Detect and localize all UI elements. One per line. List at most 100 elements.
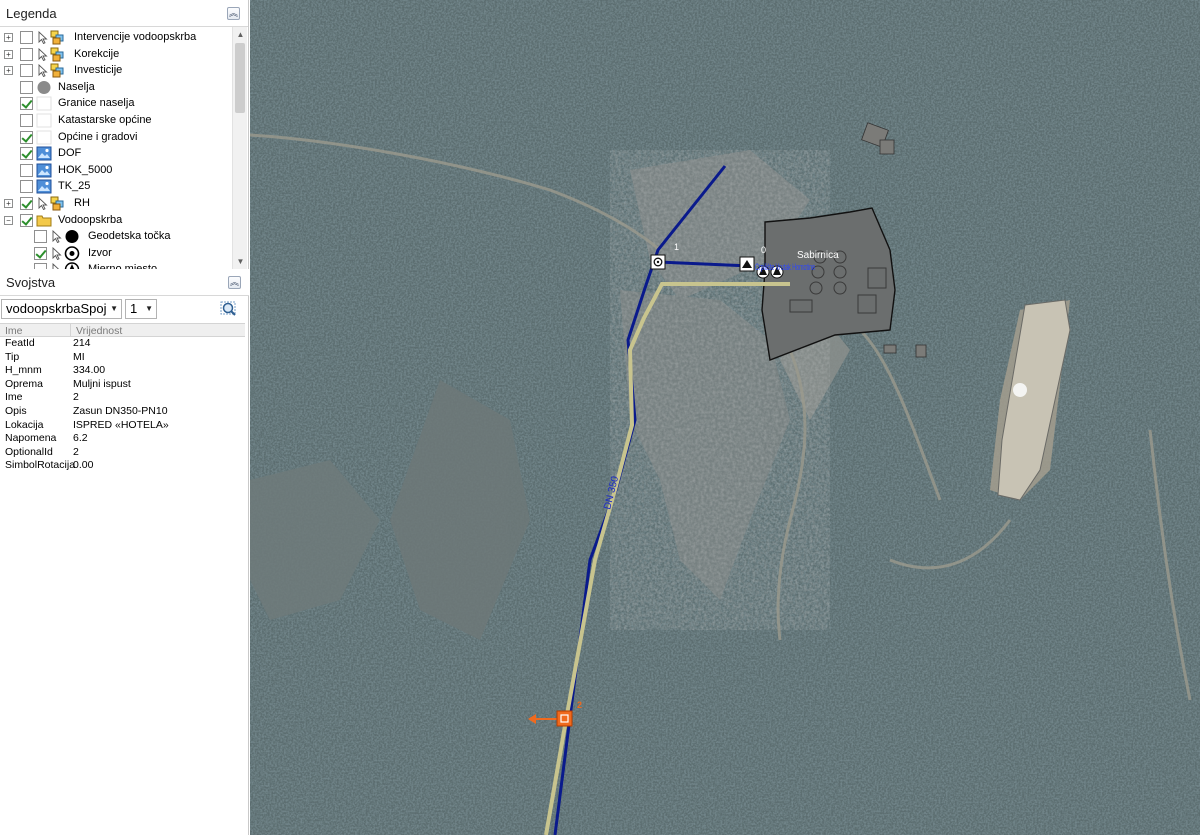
- selectable-cursor-icon[interactable]: [38, 30, 48, 45]
- property-value: ISPRED «HOTELA»: [73, 418, 169, 431]
- column-header-value: Vrijednost: [76, 325, 123, 337]
- layer-group-icon: [50, 63, 66, 78]
- legend-item[interactable]: DOF: [0, 145, 232, 162]
- legend-item[interactable]: + Korekcije: [0, 46, 232, 63]
- property-value: 2: [73, 445, 79, 458]
- legend-item[interactable]: Općine i gradovi: [0, 129, 232, 146]
- chevron-up-double-icon[interactable]: ︽: [227, 7, 240, 20]
- legend-item[interactable]: Mjerno mjesto: [0, 261, 232, 269]
- property-row[interactable]: Tip MI: [0, 351, 245, 365]
- property-value: Zasun DN350-PN10: [73, 404, 168, 417]
- layer-visibility-checkbox[interactable]: [20, 213, 33, 227]
- legend-scrollbar[interactable]: ▲ ▼: [232, 27, 247, 269]
- scrollbar-thumb[interactable]: [235, 43, 245, 113]
- legend-item[interactable]: Geodetska točka: [0, 228, 232, 245]
- layer-visibility-checkbox[interactable]: [20, 97, 33, 111]
- scroll-down-icon[interactable]: ▼: [233, 254, 248, 269]
- legend-item[interactable]: HOK_5000: [0, 162, 232, 179]
- legend-item[interactable]: TK_25: [0, 178, 232, 195]
- property-row[interactable]: Oprema Muljni ispust: [0, 378, 245, 392]
- layer-visibility-checkbox[interactable]: [34, 230, 47, 244]
- legend-tree: + Intervencije vodoopskrba + Korekcije + Inve…: [0, 27, 232, 269]
- layer-visibility-checkbox[interactable]: [20, 130, 33, 144]
- chevron-down-icon: ▼: [110, 304, 118, 313]
- source-label: Crpilište Vrutak Homotine: [755, 262, 815, 272]
- properties-header: Svojstva ︽: [0, 269, 249, 296]
- legend-item-label: TK_25: [58, 180, 91, 193]
- selectable-cursor-icon[interactable]: [52, 230, 62, 244]
- expand-node-icon[interactable]: +: [4, 199, 13, 208]
- node-valve[interactable]: [650, 254, 666, 270]
- property-name: OptionalId: [5, 445, 53, 458]
- expand-node-icon[interactable]: +: [4, 66, 13, 76]
- zoom-to-feature-icon: [220, 301, 236, 316]
- property-row[interactable]: Napomena 6.2: [0, 432, 245, 446]
- layer-visibility-checkbox[interactable]: [20, 80, 33, 94]
- property-value: 6.2: [73, 432, 88, 445]
- station-label: Sabirnica: [797, 250, 839, 261]
- layer-visibility-checkbox[interactable]: [20, 147, 33, 161]
- property-row[interactable]: SimbolRotacija 0.00: [0, 459, 245, 473]
- property-value: 334.00: [73, 364, 106, 377]
- left-panel: Legenda ︽ + Intervencije vodoopskrba + Kore…: [0, 0, 249, 835]
- legend-item[interactable]: + Intervencije vodoopskrba: [0, 29, 232, 46]
- expand-node-icon[interactable]: +: [4, 33, 13, 42]
- expand-node-icon[interactable]: +: [4, 49, 13, 59]
- map-view[interactable]: Sabirnica DN 350 1 0 Crpilište Vrutak Ho…: [250, 0, 1200, 835]
- layer-visibility-checkbox[interactable]: [20, 197, 33, 210]
- property-row[interactable]: OptionalId 2: [0, 446, 245, 460]
- legend-item[interactable]: − Vodoopskrba: [0, 212, 232, 229]
- legend-item[interactable]: + RH: [0, 195, 232, 212]
- legend-item[interactable]: Izvor: [0, 245, 232, 262]
- property-row[interactable]: Ime 2: [0, 391, 245, 405]
- map-canvas[interactable]: Sabirnica DN 350 1 0 Crpilište Vrutak Ho…: [250, 0, 1200, 835]
- node-1-label: 1: [674, 242, 679, 252]
- property-name: SimbolRotacija: [5, 459, 76, 472]
- selectable-cursor-icon[interactable]: [52, 246, 62, 260]
- blank-icon: [36, 113, 52, 128]
- node-0-label: 0: [761, 245, 766, 255]
- layer-visibility-checkbox[interactable]: [20, 180, 33, 194]
- raster-image-icon: [36, 163, 52, 178]
- layer-select[interactable]: vodoopskrbaSpoj ▼: [1, 299, 122, 319]
- chevron-up-double-icon[interactable]: ︽: [228, 276, 241, 289]
- layer-visibility-checkbox[interactable]: [20, 163, 33, 177]
- legend-title: Legenda: [6, 6, 57, 21]
- property-name: Ime: [5, 391, 23, 404]
- property-row[interactable]: H_mnm 334.00: [0, 364, 245, 378]
- property-row[interactable]: Opis Zasun DN350-PN10: [0, 405, 245, 419]
- legend-item-label: Općine i gradovi: [58, 130, 138, 143]
- property-name: Napomena: [5, 432, 57, 445]
- legend-item[interactable]: Naselja: [0, 79, 232, 96]
- properties-toolbar: vodoopskrbaSpoj ▼ 1 ▼: [0, 297, 249, 322]
- selectable-cursor-icon[interactable]: [38, 64, 48, 78]
- property-row[interactable]: FeatId 214: [0, 337, 245, 351]
- layer-visibility-checkbox[interactable]: [20, 64, 33, 78]
- layer-visibility-checkbox[interactable]: [20, 31, 33, 44]
- scroll-up-icon[interactable]: ▲: [233, 27, 248, 42]
- legend-header: Legenda ︽: [0, 0, 248, 27]
- feature-select-value: 1: [130, 301, 138, 316]
- zoom-to-feature-button[interactable]: [218, 299, 240, 319]
- property-value: 214: [73, 337, 91, 349]
- raster-image-icon: [36, 179, 52, 194]
- properties-grid: Ime Vrijednost FeatId 214 Tip MI H_mnm 334.00…: [0, 323, 245, 473]
- legend-item[interactable]: Katastarske općine: [0, 112, 232, 129]
- layer-visibility-checkbox[interactable]: [20, 47, 33, 61]
- selectable-cursor-icon[interactable]: [38, 196, 48, 211]
- layer-visibility-checkbox[interactable]: [20, 114, 33, 127]
- legend-item-label: Katastarske općine: [58, 114, 152, 126]
- black-dot-icon: [64, 229, 80, 244]
- blank-icon: [36, 130, 52, 145]
- legend-item[interactable]: + Investicije: [0, 62, 232, 79]
- layer-visibility-checkbox[interactable]: [34, 246, 47, 260]
- collapse-node-icon[interactable]: −: [4, 215, 13, 225]
- property-name: H_mnm: [5, 364, 42, 377]
- measure-point-icon: [64, 262, 80, 269]
- selectable-cursor-icon[interactable]: [38, 47, 48, 61]
- folder-icon: [36, 213, 52, 228]
- legend-item[interactable]: Granice naselja: [0, 95, 232, 112]
- feature-select[interactable]: 1 ▼: [125, 299, 157, 319]
- property-row[interactable]: Lokacija ISPRED «HOTELA»: [0, 419, 245, 433]
- legend-item-label: Naselja: [58, 80, 95, 93]
